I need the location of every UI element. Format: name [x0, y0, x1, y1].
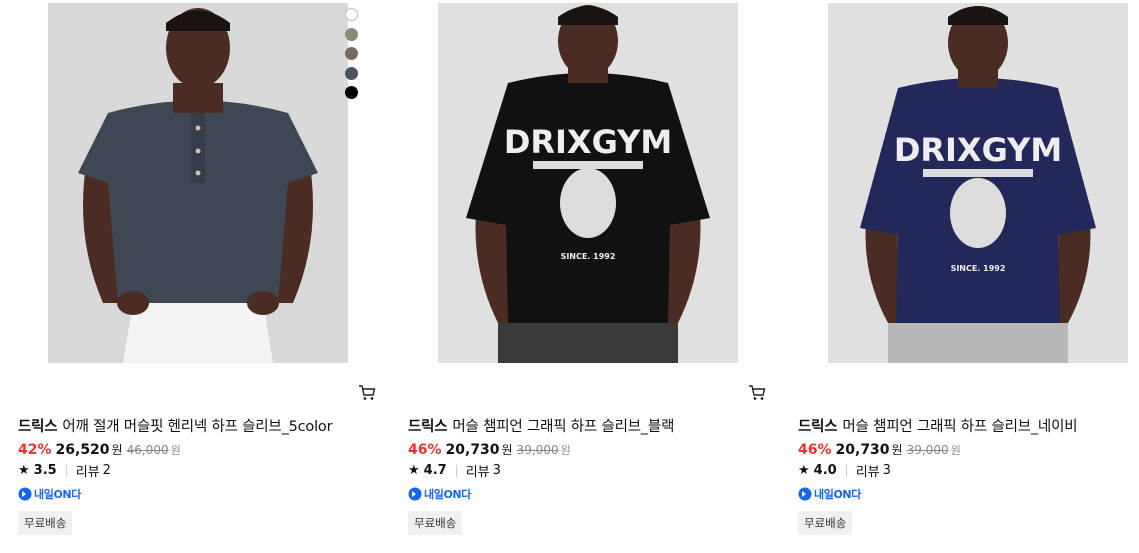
delivery-truck-icon	[798, 487, 812, 501]
delivery-badge-text: 내일ON다	[34, 488, 81, 501]
product-name: 어깨 절개 머슬핏 헨리넥 하프 슬리브_5color	[62, 419, 333, 435]
product-title[interactable]: 드릭스 어깨 절개 머슬핏 헨리넥 하프 슬리브_5color	[18, 415, 333, 436]
original-price: 46,000	[126, 443, 169, 457]
review-count: 3	[492, 463, 501, 478]
product-image[interactable]	[48, 3, 348, 363]
product-brand: 드릭스	[798, 419, 838, 435]
review-count: 3	[882, 463, 891, 478]
product-name: 머슬 챔피언 그래픽 하프 슬리브_네이비	[842, 419, 1078, 435]
original-price: 39,000	[906, 443, 949, 457]
divider	[845, 464, 847, 477]
product-title[interactable]: 드릭스 머슬 챔피언 그래픽 하프 슬리브_네이비	[798, 415, 1078, 436]
rating-value: 4.0	[813, 463, 837, 478]
product-brand: 드릭스	[18, 419, 58, 435]
product-card[interactable]: DRIXGYM SINCE. 1992 드릭스 머슬 챔피언 그래픽 하프 슬리브…	[408, 0, 783, 553]
swatch-black[interactable]	[345, 86, 358, 99]
delivery-truck-icon	[18, 487, 32, 501]
currency: 원	[501, 443, 513, 457]
rating-row: ★ 3.5 리뷰 2	[18, 461, 111, 480]
price-row: 42% 26,520 원 46,000 원	[18, 441, 181, 458]
swatch-white[interactable]	[345, 8, 358, 21]
original-currency: 원	[560, 444, 571, 457]
graphic-subtext: SINCE. 1992	[951, 264, 1006, 273]
sale-price: 20,730	[835, 442, 890, 458]
delivery-badge: 내일ON다	[18, 486, 81, 502]
discount-rate: 42%	[18, 442, 52, 458]
rating-value: 3.5	[33, 463, 57, 478]
free-shipping-tag: 무료배송	[408, 511, 463, 535]
delivery-truck-icon	[408, 487, 422, 501]
original-currency: 원	[170, 444, 181, 457]
rating-row: ★ 4.7 리뷰 3	[408, 461, 501, 480]
price-row: 46% 20,730 원 39,000 원	[798, 441, 961, 458]
swatch-brown[interactable]	[345, 47, 358, 60]
product-card[interactable]: DRIXGYM SINCE. 1992 드릭스 머슬 챔피언 그래픽 하프 슬리브…	[798, 0, 1139, 553]
discount-rate: 46%	[408, 442, 442, 458]
graphic-text: DRIXGYM	[894, 131, 1062, 169]
delivery-badge-text: 내일ON다	[424, 488, 471, 501]
review-label: 리뷰	[75, 465, 100, 480]
delivery-badge: 내일ON다	[798, 486, 861, 502]
free-shipping-tag: 무료배송	[798, 511, 853, 535]
sale-price: 26,520	[55, 442, 110, 458]
product-title[interactable]: 드릭스 머슬 챔피언 그래픽 하프 슬리브_블랙	[408, 415, 674, 436]
discount-rate: 46%	[798, 442, 832, 458]
divider	[65, 464, 67, 477]
product-image[interactable]: DRIXGYM SINCE. 1992	[828, 3, 1128, 363]
color-swatches	[345, 8, 359, 106]
currency: 원	[891, 443, 903, 457]
swatch-charcoal[interactable]	[345, 66, 358, 80]
cart-icon[interactable]	[748, 384, 766, 402]
rating-value: 4.7	[423, 463, 447, 478]
original-price: 39,000	[516, 443, 559, 457]
currency: 원	[111, 443, 123, 457]
delivery-badge: 내일ON다	[408, 486, 471, 502]
product-brand: 드릭스	[408, 419, 448, 435]
original-currency: 원	[950, 444, 961, 457]
star-icon: ★	[18, 463, 30, 478]
swatch-olive[interactable]	[345, 27, 358, 41]
graphic-text: DRIXGYM	[504, 123, 672, 161]
free-shipping-tag: 무료배송	[18, 511, 73, 535]
review-count: 2	[102, 463, 111, 478]
delivery-badge-text: 내일ON다	[814, 488, 861, 501]
star-icon: ★	[798, 463, 810, 478]
graphic-subtext: SINCE. 1992	[561, 252, 616, 261]
price-row: 46% 20,730 원 39,000 원	[408, 441, 571, 458]
star-icon: ★	[408, 463, 420, 478]
review-label: 리뷰	[855, 465, 880, 480]
divider	[455, 464, 457, 477]
product-name: 머슬 챔피언 그래픽 하프 슬리브_블랙	[452, 419, 675, 435]
review-label: 리뷰	[465, 465, 490, 480]
rating-row: ★ 4.0 리뷰 3	[798, 461, 891, 480]
product-card[interactable]: 드릭스 어깨 절개 머슬핏 헨리넥 하프 슬리브_5color 42% 26,520…	[18, 0, 393, 553]
cart-icon[interactable]	[358, 384, 376, 402]
sale-price: 20,730	[445, 442, 500, 458]
product-image[interactable]: DRIXGYM SINCE. 1992	[438, 3, 738, 363]
